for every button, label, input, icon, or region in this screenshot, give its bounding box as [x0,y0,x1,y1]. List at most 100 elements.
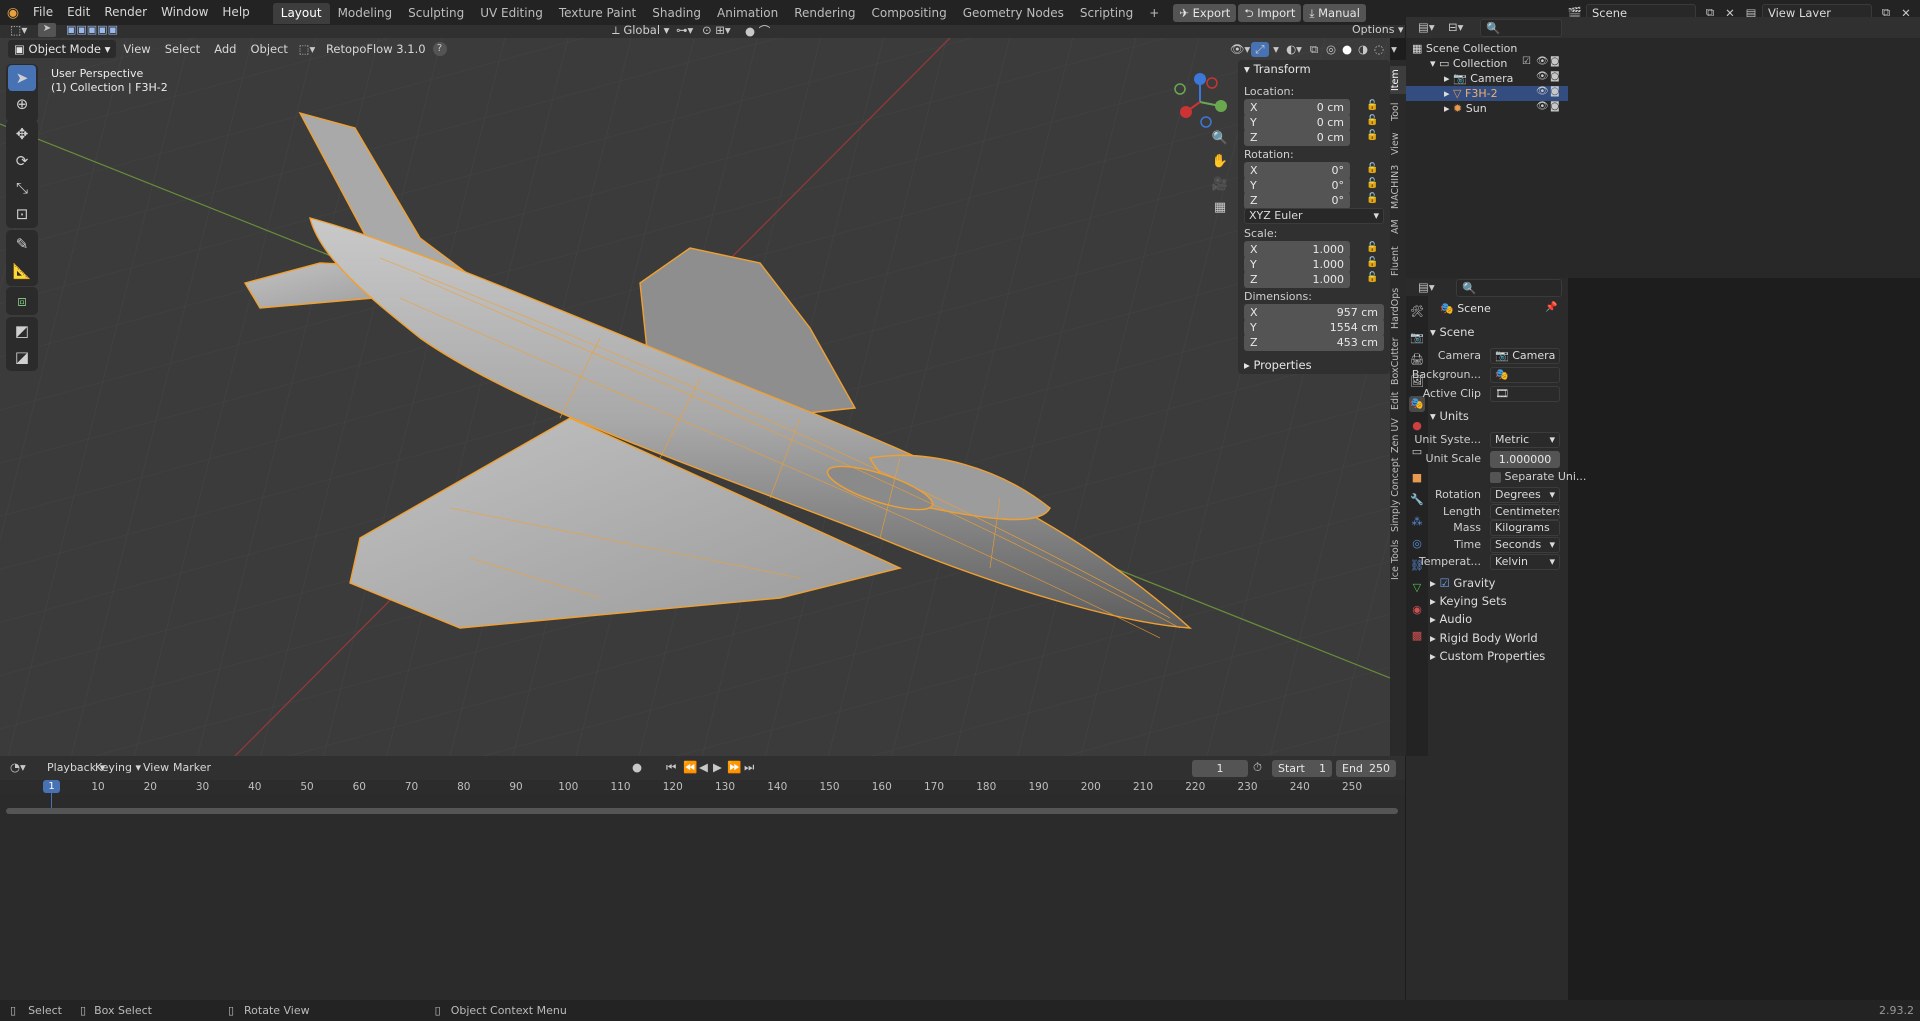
gizmo-options-icon[interactable]: ▾ [1269,42,1283,56]
manual-button[interactable]: ⤓ Manual [1303,3,1366,22]
scene-section-header[interactable]: ▾ Scene [1430,323,1565,341]
shading-solid-icon[interactable]: ● [1339,42,1355,56]
tab-rendering[interactable]: Rendering [786,3,863,24]
end-frame-field[interactable]: End 250 [1336,760,1396,777]
unit-system-dropdown[interactable]: Metric ▾ [1490,432,1560,448]
snap-icon[interactable]: ⊙ ⊞▾ [702,23,731,37]
tab-machin3[interactable]: MACHIN3 [1390,162,1406,212]
orientation-dropdown[interactable]: ⟂ Global ▾ [612,23,669,38]
checkbox-icon[interactable]: ☑ [1522,56,1531,67]
visibility-icon[interactable]: 👁▾ [1229,42,1251,56]
object-tab-icon[interactable]: ■ [1409,470,1425,486]
render-tab-icon[interactable]: 📷 [1409,330,1425,346]
gizmo-x-icon[interactable] [1180,106,1192,118]
gizmo-y-icon[interactable] [1215,100,1227,112]
tab-geometry-nodes[interactable]: Geometry Nodes [955,3,1072,24]
outliner-search-input[interactable]: 🔍 [1480,19,1562,37]
camera-field[interactable]: 📷 Camera ✕ [1490,348,1560,364]
tab-sculpting[interactable]: Sculpting [400,3,472,24]
overlay-icon[interactable]: ◐▾ [1283,42,1305,56]
tab-modeling[interactable]: Modeling [330,3,401,24]
timeline-scrollbar[interactable] [6,808,1398,814]
background-field[interactable]: 🎭 [1490,367,1560,383]
eye-icon[interactable]: 👁 [1536,56,1549,67]
gizmo-toggle-icon[interactable]: ⤢ [1251,41,1269,57]
mass-dropdown[interactable]: Kilograms▾ [1490,520,1560,536]
move-tool-icon[interactable]: ✥ [8,121,36,147]
lock-icon[interactable]: 🔓 [1366,257,1378,268]
tab-compositing[interactable]: Compositing [863,3,954,24]
start-frame-field[interactable]: Start 1 [1272,760,1332,777]
outliner-scene-collection[interactable]: ▦ Scene Collection [1412,41,1574,56]
timeline-editor-icon[interactable]: ◔▾ [10,760,26,774]
menu-add[interactable]: Add [207,37,243,62]
lock-icon[interactable]: 🔓 [1366,178,1378,189]
rigid-body-world-section-header[interactable]: ▸ Rigid Body World [1430,629,1565,647]
pin-icon[interactable]: 📌 [1545,302,1557,313]
active-clip-field[interactable]: 🎞 [1490,386,1560,402]
outliner-collection[interactable]: ▾ ▭ Collection [1430,56,1592,71]
tab-tool[interactable]: Tool [1390,98,1406,126]
menu-edit[interactable]: Edit [60,0,97,25]
menu-file[interactable]: File [26,0,60,25]
jump-end-icon[interactable]: ⏭ [744,760,754,775]
checkbox-icon[interactable]: ☑ [1439,576,1449,590]
tool-tab-icon[interactable]: 🛠 [1409,304,1425,320]
play-icon[interactable]: ▶ [713,760,722,774]
tab-hardops[interactable]: HardOps [1390,284,1406,332]
gizmo-z-icon[interactable] [1194,73,1206,85]
tab-am[interactable]: AM [1390,216,1406,238]
camera-restrict-icon[interactable]: ◙ [1550,86,1560,97]
audio-section-header[interactable]: ▸ Audio [1430,610,1565,628]
lock-icon[interactable]: 🔓 [1366,163,1378,174]
zoom-icon[interactable]: 🔍 [1210,131,1230,146]
tab-item[interactable]: Item [1390,66,1406,94]
time-dropdown[interactable]: Seconds ▾ [1490,537,1560,553]
pivot-icon[interactable]: ⊶▾ [676,23,693,37]
material-tab-icon[interactable]: ◉ [1409,602,1425,618]
properties-editor-icon[interactable]: ▤▾ [1418,280,1435,294]
transform-tool-icon[interactable]: ⊡ [8,201,36,227]
lock-icon[interactable]: 🔓 [1366,130,1378,141]
temperature-dropdown[interactable]: Kelvin ▾ [1490,554,1560,570]
world-tab-icon[interactable]: ● [1409,418,1425,434]
menu-render[interactable]: Render [97,0,154,25]
playhead-marker[interactable]: 1 [43,780,60,793]
outliner-sun[interactable]: ▸ ✹ Sun [1444,101,1606,116]
rotation-z-field[interactable]: Z 0° [1244,192,1350,209]
texture-tab-icon[interactable]: ▩ [1409,628,1425,644]
separate-units-checkbox[interactable]: Separate Uni... [1490,470,1586,483]
tab-layout[interactable]: Layout [272,3,330,24]
properties-search-input[interactable]: 🔍 [1456,279,1562,297]
menu-help[interactable]: Help [215,0,256,25]
data-tab-icon[interactable]: ▽ [1409,580,1425,596]
gizmo-dropdown-icon[interactable]: ⬚▾ [295,42,319,56]
lock-icon[interactable]: 🔓 [1366,100,1378,111]
tab-view[interactable]: View [1390,130,1406,158]
tab-uv-editing[interactable]: UV Editing [472,3,551,24]
lock-icon[interactable]: 🔓 [1366,242,1378,253]
eye-icon[interactable]: 👁 [1536,101,1549,112]
select-box-tool-icon[interactable]: ➤ [8,65,36,91]
add-workspace-icon[interactable]: + [1141,3,1167,24]
timeline[interactable] [0,756,1405,1021]
scale-z-field[interactable]: Z 1.000 [1244,271,1350,288]
selection-mode-icons[interactable]: ▣▣▣▣▣ [66,23,118,36]
tab-animation[interactable]: Animation [709,3,786,24]
tab-shading[interactable]: Shading [644,3,709,24]
shading-options-icon[interactable]: ▾ [1387,42,1401,56]
location-z-field[interactable]: Z 0 cm [1244,129,1350,146]
measure-tool-icon[interactable]: 📐 [8,258,36,284]
units-section-header[interactable]: ▾ Units [1430,407,1565,425]
outliner-display-icon[interactable]: ⊟▾ [1448,20,1463,34]
proportional-edit-icon[interactable]: ● ⌒ [745,23,770,39]
navigation-gizmo[interactable] [1170,72,1230,132]
keying-sets-section-header[interactable]: ▸ Keying Sets [1430,592,1565,610]
viewport-canvas[interactable] [0,38,1390,756]
xray-icon[interactable]: ⧉ [1305,42,1323,57]
retopoflow-menu[interactable]: RetopoFlow 3.1.0 [319,37,433,62]
tab-fluent[interactable]: Fluent [1390,242,1406,280]
menu-object[interactable]: Object [243,37,294,62]
current-frame-field[interactable]: 1 [1192,760,1248,777]
unit-scale-field[interactable]: 1.000000 [1490,451,1560,468]
